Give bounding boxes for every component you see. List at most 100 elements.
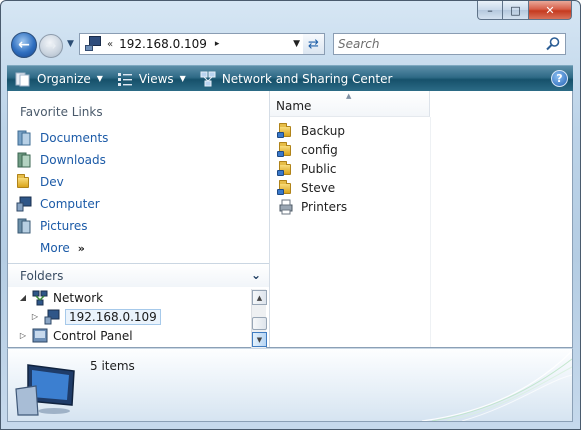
address-dropdown-icon[interactable]: ▼ bbox=[293, 39, 300, 49]
list-item[interactable]: Printers bbox=[278, 197, 347, 216]
network-computer-icon bbox=[15, 364, 75, 416]
favorite-link-documents[interactable]: Documents bbox=[16, 127, 256, 149]
file-name: Steve bbox=[301, 180, 336, 195]
folder-tree-scrollbar[interactable]: ▲ ▼ bbox=[251, 289, 267, 348]
network-computer-icon bbox=[85, 36, 103, 52]
address-path[interactable]: 192.168.0.109 bbox=[119, 37, 207, 51]
folders-header[interactable]: Folders ⌄ bbox=[8, 263, 269, 287]
help-icon[interactable]: ? bbox=[551, 70, 568, 87]
organize-button[interactable]: Organize ▼ bbox=[15, 71, 103, 87]
tree-item-label: 192.168.0.109 bbox=[65, 308, 161, 325]
column-divider bbox=[430, 117, 431, 347]
downloads-icon bbox=[17, 152, 31, 168]
favorite-link-label: Pictures bbox=[40, 219, 88, 233]
navigation-row: ← → ▼ « 192.168.0.109 ▸ ▼ ⇄ Search bbox=[7, 29, 572, 61]
sort-ascending-icon: ▲ bbox=[346, 92, 352, 100]
forward-arrow-icon: → bbox=[45, 38, 57, 54]
column-header-name[interactable]: ▲ Name bbox=[270, 91, 430, 117]
recent-pages-dropdown[interactable]: ▼ bbox=[67, 39, 74, 49]
navigation-pane: Favorite Links Documents Downloads Dev C… bbox=[8, 91, 270, 348]
maximize-button[interactable]: □ bbox=[503, 1, 529, 20]
views-button[interactable]: Views ▼ bbox=[117, 71, 186, 87]
folder-tree: ◢ Network ▷ 192.168.0.109 ▷ Control Pane… bbox=[8, 288, 248, 348]
network-icon bbox=[32, 290, 48, 305]
item-count-text: 5 items bbox=[90, 359, 135, 373]
organize-icon bbox=[15, 72, 30, 86]
documents-icon bbox=[17, 130, 31, 146]
favorite-link-label: Computer bbox=[40, 197, 100, 211]
favorite-links-heading: Favorite Links bbox=[20, 105, 103, 119]
favorite-link-label: Dev bbox=[40, 175, 64, 189]
favorite-link-computer[interactable]: Computer bbox=[16, 193, 256, 215]
scroll-down-button[interactable]: ▼ bbox=[252, 332, 267, 347]
file-list-pane: ▲ Name Backup config Public Steve Printe… bbox=[270, 91, 572, 347]
shared-folder-icon bbox=[277, 179, 294, 196]
close-button[interactable]: ✕ bbox=[529, 1, 572, 20]
more-label: More bbox=[40, 241, 70, 255]
scroll-up-button[interactable]: ▲ bbox=[252, 290, 267, 305]
file-name: config bbox=[301, 142, 338, 157]
organize-label: Organize bbox=[37, 71, 91, 86]
favorite-link-pictures[interactable]: Pictures bbox=[16, 215, 256, 237]
refresh-button[interactable]: ⇄ bbox=[303, 33, 325, 55]
forward-button[interactable]: → bbox=[39, 34, 63, 58]
tree-collapsed-icon[interactable]: ▷ bbox=[18, 331, 28, 340]
favorite-link-downloads[interactable]: Downloads bbox=[16, 149, 256, 171]
folder-icon bbox=[16, 174, 32, 190]
file-name: Public bbox=[301, 161, 337, 176]
address-overflow-chevron[interactable]: « bbox=[107, 39, 113, 50]
shared-folder-icon bbox=[277, 160, 294, 177]
list-item[interactable]: Backup bbox=[277, 121, 347, 140]
file-name: Printers bbox=[301, 199, 348, 214]
views-icon bbox=[117, 72, 132, 86]
file-list: Backup config Public Steve Printers bbox=[277, 121, 347, 216]
command-bar: Organize ▼ Views ▼ Network and Sharing C… bbox=[7, 65, 573, 91]
main-panes: Favorite Links Documents Downloads Dev C… bbox=[7, 91, 573, 348]
tree-item-label: Network bbox=[53, 290, 104, 305]
explorer-window: – □ ✕ ← → ▼ « 192.168.0.109 ▸ ▼ ⇄ Search bbox=[0, 0, 581, 430]
more-chevron-icon: » bbox=[77, 241, 85, 255]
favorite-link-dev[interactable]: Dev bbox=[16, 171, 256, 193]
control-panel-icon bbox=[32, 328, 48, 342]
column-header-label: Name bbox=[276, 99, 312, 113]
list-item[interactable]: config bbox=[277, 140, 347, 159]
tree-expanded-icon[interactable]: ◢ bbox=[18, 293, 28, 302]
favorite-link-label: Documents bbox=[40, 131, 109, 145]
address-bar[interactable]: « 192.168.0.109 ▸ ▼ bbox=[79, 33, 305, 55]
list-item[interactable]: Steve bbox=[277, 178, 347, 197]
network-computer-icon bbox=[44, 309, 60, 324]
details-pane: 5 items bbox=[7, 348, 573, 422]
list-item[interactable]: Public bbox=[277, 159, 347, 178]
tree-item-network[interactable]: ◢ Network bbox=[8, 288, 248, 307]
tree-item-control-panel[interactable]: ▷ Control Panel bbox=[8, 326, 248, 345]
refresh-icon: ⇄ bbox=[308, 36, 319, 52]
back-arrow-icon: ← bbox=[18, 37, 30, 53]
favorite-link-more[interactable]: More » bbox=[16, 237, 256, 259]
tree-collapsed-icon[interactable]: ▷ bbox=[30, 312, 40, 321]
network-sharing-icon bbox=[200, 71, 216, 86]
scroll-thumb[interactable] bbox=[252, 317, 267, 330]
decorative-swoosh bbox=[422, 351, 572, 421]
search-input[interactable]: Search bbox=[338, 37, 380, 51]
shared-folder-icon bbox=[277, 141, 294, 158]
caption-buttons: – □ ✕ bbox=[477, 1, 572, 20]
views-dropdown-icon: ▼ bbox=[179, 74, 186, 83]
back-button[interactable]: ← bbox=[11, 32, 37, 58]
tree-item-label: Control Panel bbox=[53, 328, 133, 343]
pictures-icon bbox=[17, 218, 31, 234]
views-label: Views bbox=[138, 71, 174, 86]
folders-title: Folders bbox=[20, 268, 64, 283]
favorite-links-list: Documents Downloads Dev Computer Picture… bbox=[16, 127, 256, 259]
computer-icon bbox=[16, 196, 32, 212]
search-icon[interactable] bbox=[545, 36, 561, 52]
minimize-button[interactable]: – bbox=[477, 1, 503, 20]
favorite-link-label: Downloads bbox=[40, 153, 106, 167]
search-box[interactable]: Search bbox=[333, 33, 566, 55]
tree-item-192-168-0-109[interactable]: ▷ 192.168.0.109 bbox=[8, 307, 248, 326]
file-name: Backup bbox=[301, 123, 345, 138]
shared-folder-icon bbox=[277, 122, 294, 139]
network-sharing-center-button[interactable]: Network and Sharing Center bbox=[200, 71, 392, 87]
organize-dropdown-icon: ▼ bbox=[96, 74, 103, 83]
folders-collapse-chevron-icon[interactable]: ⌄ bbox=[251, 268, 261, 282]
address-separator-arrow[interactable]: ▸ bbox=[215, 39, 220, 49]
